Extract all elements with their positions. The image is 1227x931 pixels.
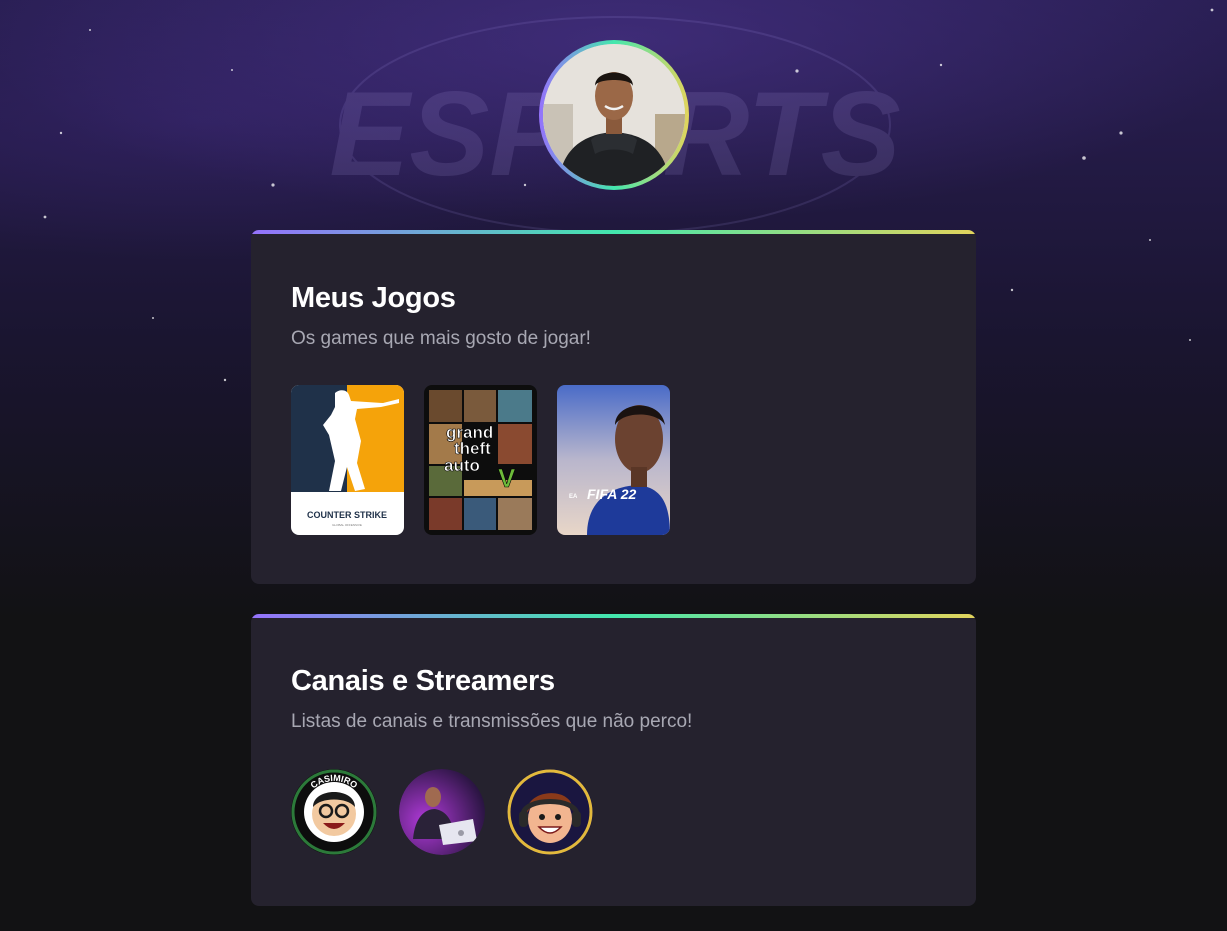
game-list: COUNTER STRIKE GLOBAL OFFENSIVE grand th… [291, 385, 670, 535]
channel-avatar-casimiro[interactable]: CASIMIRO [291, 769, 377, 855]
gta-logo-line-3: auto [444, 456, 480, 475]
channels-section-subtitle: Listas de canais e transmissões que não … [291, 711, 693, 732]
gta-logo-v: V [498, 463, 516, 493]
channel-list: CASIMIRO [291, 769, 593, 855]
profile-avatar-ring [539, 40, 689, 190]
streamer-3-cartoon-icon [507, 769, 593, 855]
games-section-title: Meus Jogos [291, 282, 456, 314]
fifa-22-cover-icon: EA FIFA 22 [557, 385, 670, 535]
gta-v-cover-icon: grand theft auto V [424, 385, 537, 535]
games-section-subtitle: Os games que mais gosto de jogar! [291, 328, 591, 349]
counter-strike-cover-icon: COUNTER STRIKE GLOBAL OFFENSIVE [291, 385, 404, 535]
game-card-counter-strike[interactable]: COUNTER STRIKE GLOBAL OFFENSIVE [291, 385, 404, 535]
games-card: Meus Jogos Os games que mais gosto de jo… [251, 230, 976, 584]
game-card-fifa-22[interactable]: EA FIFA 22 [557, 385, 670, 535]
casimiro-badge-icon: CASIMIRO [291, 769, 377, 855]
channels-section-title: Canais e Streamers [291, 665, 555, 697]
channels-card: Canais e Streamers Listas de canais e tr… [251, 614, 976, 906]
fifa-logo-text: FIFA 22 [587, 486, 636, 502]
counter-strike-logo-text: COUNTER STRIKE [307, 510, 387, 520]
svg-text:GLOBAL OFFENSIVE: GLOBAL OFFENSIVE [332, 523, 362, 527]
fifa-ea-logo: EA [569, 494, 578, 500]
profile-photo-icon [543, 44, 685, 186]
game-card-gta-v[interactable]: grand theft auto V [424, 385, 537, 535]
channel-avatar-streamer-3[interactable] [507, 769, 593, 855]
avatar [543, 44, 685, 186]
profile-page: Meus Jogos Os games que mais gosto de jo… [0, 0, 1227, 931]
channel-avatar-streamer-2[interactable] [399, 769, 485, 855]
streamer-2-photo-icon [399, 769, 485, 855]
